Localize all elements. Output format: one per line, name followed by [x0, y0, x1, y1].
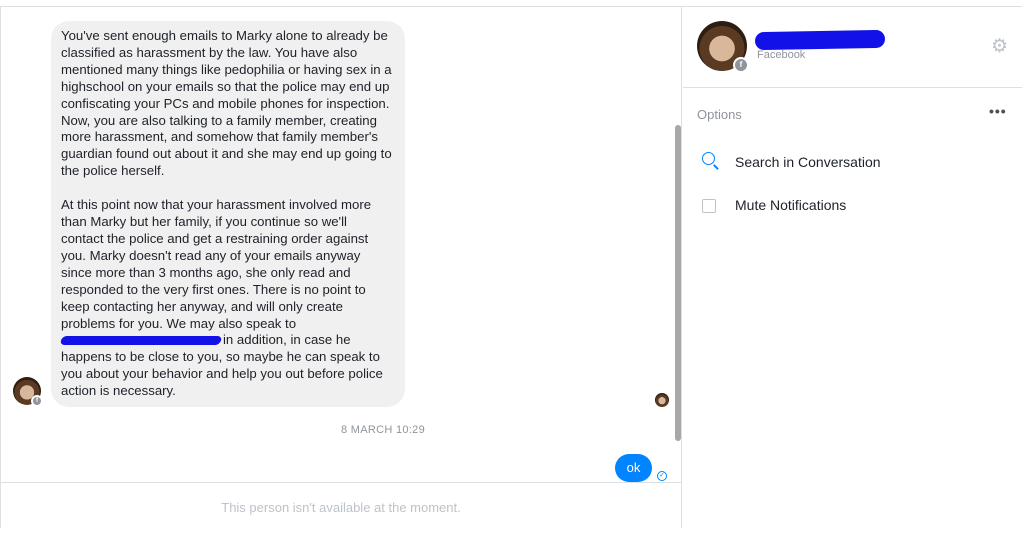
top-border [0, 0, 1022, 7]
message-paragraph: You've sent enough emails to Marky alone… [61, 28, 392, 179]
more-options-icon[interactable]: ••• [989, 103, 1007, 119]
contact-source: Facebook [757, 49, 806, 61]
conversation-info-sidebar: f Facebook ⚙ Options ••• Search in Conve… [683, 7, 1022, 528]
redacted-contact-name [754, 29, 886, 51]
option-label: Mute Notifications [735, 197, 847, 213]
search-in-conversation-option[interactable]: Search in Conversation [683, 146, 1022, 178]
checkbox-icon[interactable] [702, 199, 716, 213]
read-receipt-avatar [655, 393, 669, 407]
message-timestamp: 8 MARCH 10:29 [341, 424, 425, 436]
gear-icon[interactable]: ⚙ [991, 37, 1008, 57]
facebook-badge-icon: f [733, 57, 749, 73]
unavailable-notice: This person isn't available at the momen… [1, 482, 681, 528]
search-icon [702, 152, 715, 165]
facebook-badge-icon: f [31, 395, 43, 407]
option-label: Search in Conversation [735, 154, 881, 170]
conversation-panel: You've sent enough emails to Marky alone… [0, 7, 682, 528]
delivered-check-icon: ✓ [657, 471, 667, 481]
contact-header: f Facebook ⚙ [683, 7, 1022, 88]
message-paragraph: At this point now that your harassment i… [59, 197, 393, 400]
mute-notifications-option[interactable]: Mute Notifications [683, 189, 1022, 221]
received-message-bubble: You've sent enough emails to Marky alone… [51, 21, 405, 407]
message-text: At this point now that your harassment i… [61, 197, 372, 331]
options-heading: Options [697, 107, 742, 122]
sent-message-bubble: ok [615, 454, 652, 482]
scrollbar-thumb[interactable] [675, 125, 681, 441]
redaction-mark [59, 336, 223, 346]
